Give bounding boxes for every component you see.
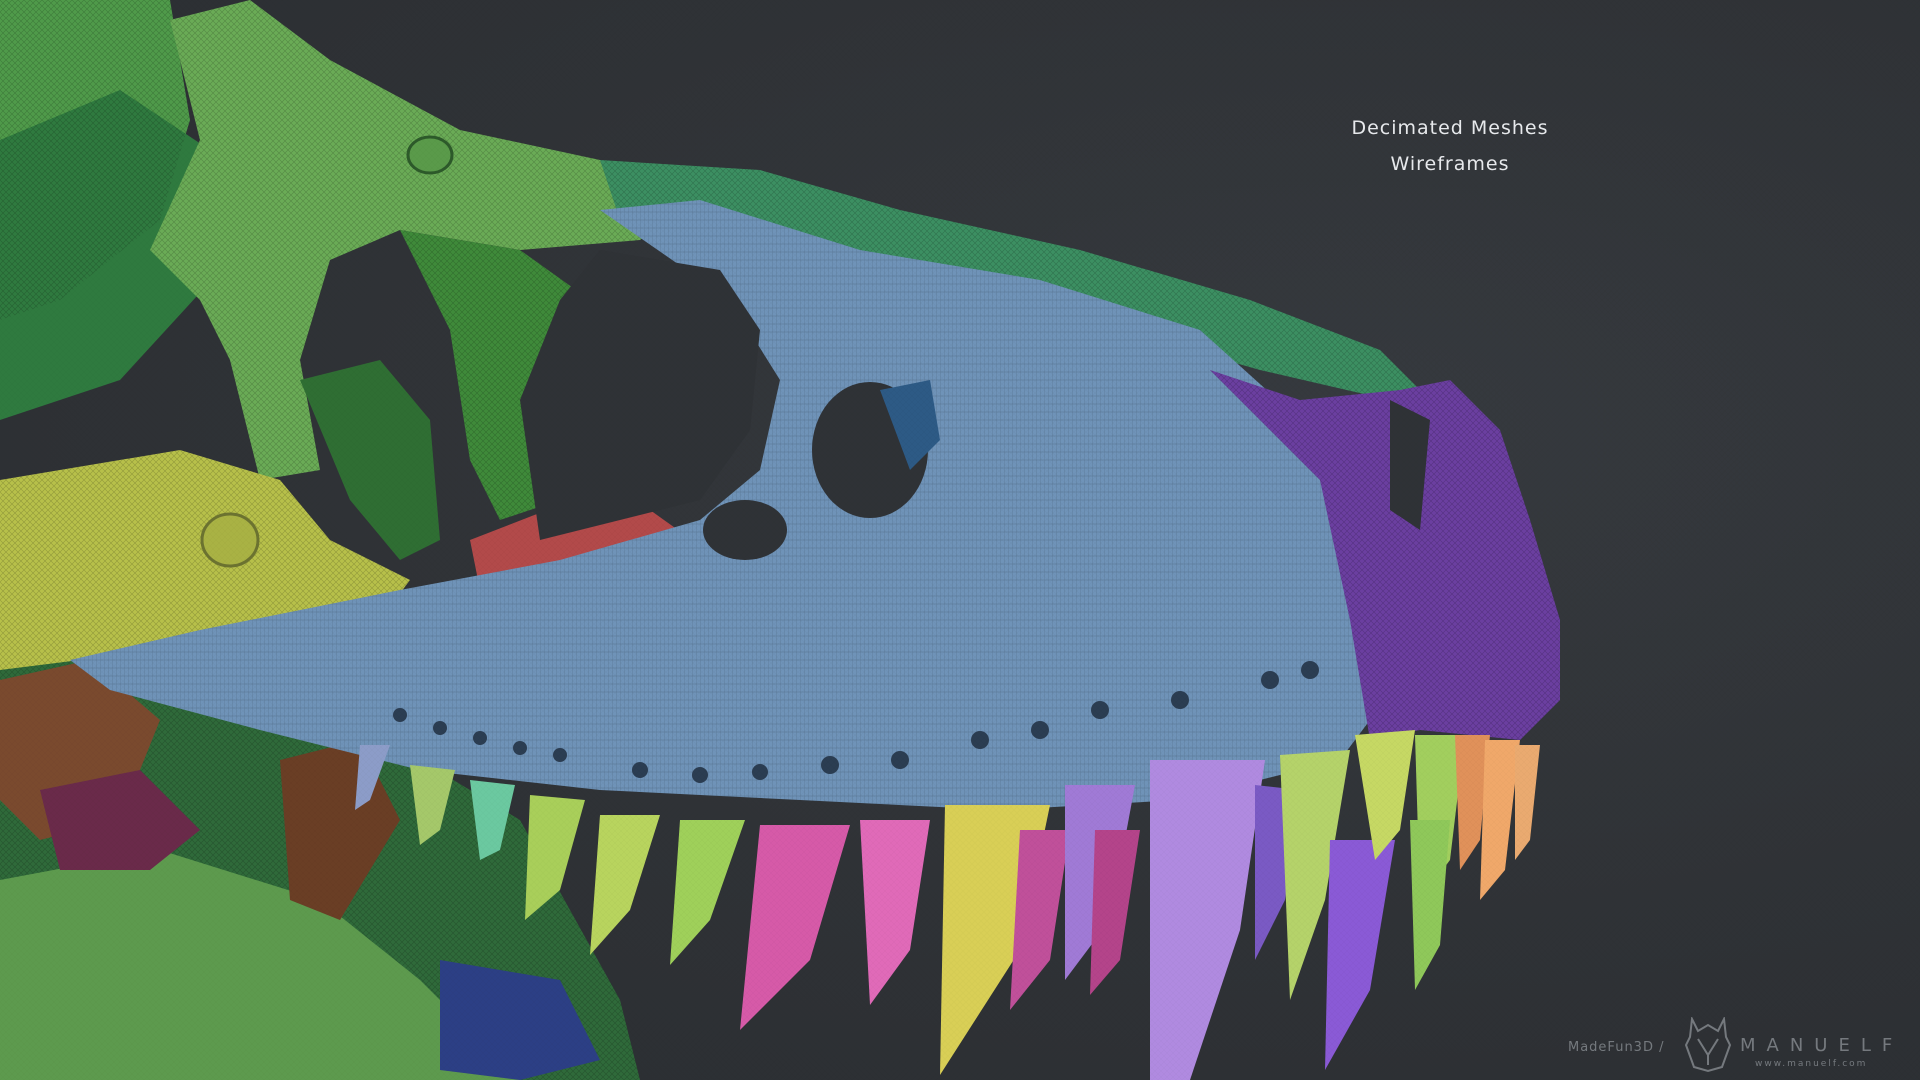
watermark-studio: MadeFun3D /: [1568, 1040, 1665, 1055]
watermark-brand: MANUELF: [1740, 1035, 1904, 1056]
render-viewport: Decimated Meshes Wireframes MadeFun3D / …: [0, 0, 1920, 1080]
render-caption: Decimated Meshes Wireframes: [1290, 110, 1610, 182]
caption-line-wireframes: Wireframes: [1390, 153, 1510, 175]
watermark: MadeFun3D / MANUELF www.manuelf.com: [1560, 1015, 1915, 1075]
caption-line-decimated: Decimated Meshes: [1351, 117, 1549, 139]
dinosaur-skull-render: [0, 0, 1920, 1080]
manuelf-logo-icon: [1684, 1017, 1732, 1073]
watermark-url: www.manuelf.com: [1755, 1059, 1868, 1069]
